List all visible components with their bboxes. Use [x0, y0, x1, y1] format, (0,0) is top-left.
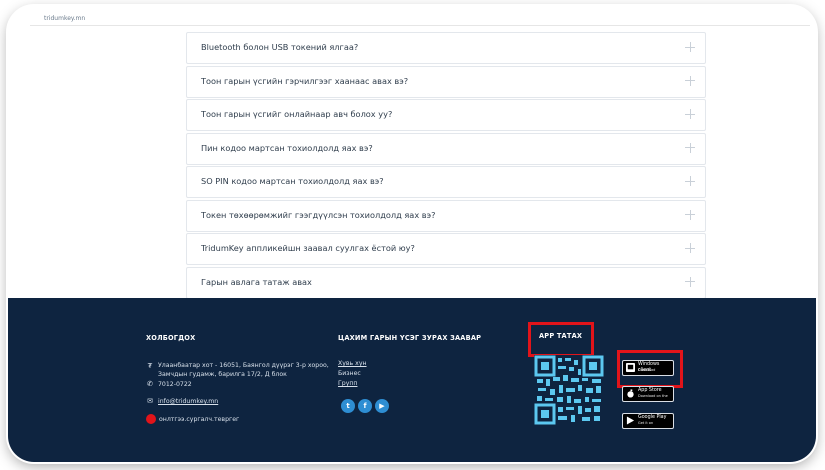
facebook-icon[interactable]: f: [358, 399, 372, 413]
faq-item[interactable]: Токен төхөөрөмжийг гээгдүүлсэн тохиолдол…: [186, 199, 706, 232]
faq-question: Тоон гарын үсгийн гэрчилгээг хаанаас ава…: [201, 75, 409, 86]
google-play-icon: [626, 416, 635, 425]
faq-question: SO PIN кодоо мартсан тохиолдолд яах вэ?: [201, 176, 384, 186]
plus-icon[interactable]: [684, 242, 696, 254]
faq-question: Пин кодоо мартсан тохиолдолд яах вэ?: [201, 142, 373, 153]
google-icon[interactable]: [146, 414, 156, 424]
faq-question: Bluetooth болон USB токений ялгаа?: [201, 42, 359, 52]
guide-link-group[interactable]: Групп: [338, 379, 357, 388]
app-store-sub: Download on the: [638, 394, 668, 398]
mail-icon: ✉: [147, 397, 153, 405]
address-text: tridumkey.mn: [44, 15, 86, 22]
screenshot-frame: tridumkey.mn Bluetooth болон USB токений…: [0, 0, 825, 470]
site-footer: ХОЛБОГДОХ ₮ Улаанбаатар хот - 16051, Бая…: [8, 298, 816, 462]
google-play-button[interactable]: Google Play Get it on: [622, 413, 674, 429]
twitter-icon[interactable]: t: [341, 399, 355, 413]
contact-phone: 7012-0722: [158, 381, 192, 388]
guide-title: ЦАХИМ ГАРЫН ҮСЭГ ЗУРАХ ЗААВАР: [338, 334, 482, 342]
faq-question: TridumKey аппликейшн заавал суулгах ёсто…: [201, 243, 415, 253]
contact-google: онлтгээ.сургалч.тевргег: [159, 416, 240, 423]
youtube-icon[interactable]: ▶: [375, 399, 389, 413]
faq-item[interactable]: SO PIN кодоо мартсан тохиолдолд яах вэ?: [186, 166, 706, 198]
qr-code-icon: [534, 355, 604, 425]
plus-icon[interactable]: [684, 41, 696, 53]
plus-icon[interactable]: [684, 209, 696, 221]
address-bar[interactable]: tridumkey.mn: [30, 15, 810, 26]
apple-icon: [627, 389, 634, 398]
faq-item[interactable]: TridumKey аппликейшн заавал суулгах ёсто…: [186, 233, 706, 265]
plus-icon[interactable]: [684, 276, 696, 288]
faq-list: Bluetooth болон USB токений ялгаа? Тоон …: [186, 32, 706, 300]
faq-item[interactable]: Тоон гарын үсгийн гэрчилгээг хаанаас ава…: [186, 65, 706, 98]
highlight-apps-title: [528, 322, 594, 357]
browser-card: tridumkey.mn Bluetooth болон USB токений…: [8, 6, 816, 462]
email-link[interactable]: info@tridumkey.mn: [158, 398, 218, 405]
plus-icon[interactable]: [684, 75, 696, 87]
app-store-button[interactable]: App Store Download on the: [622, 386, 674, 402]
plus-icon[interactable]: [684, 175, 696, 187]
google-play-sub: Get it on: [638, 421, 654, 425]
faq-item[interactable]: Гарын авлага татаж авах: [186, 266, 706, 299]
guide-link-business[interactable]: Бизнес: [338, 369, 361, 378]
faq-question: Тоон гарын үсгийг онлайнаар авч болох уу…: [201, 109, 393, 119]
phone-icon: ✆: [147, 380, 153, 388]
faq-item[interactable]: Bluetooth болон USB токений ялгаа?: [186, 32, 706, 64]
plus-icon[interactable]: [684, 142, 696, 154]
contact-address: Улаанбаатар хот - 16051, Баянгол дүүрэг …: [158, 362, 329, 378]
faq-item[interactable]: Тоон гарын үсгийг онлайнаар авч болох уу…: [186, 99, 706, 131]
contact-title: ХОЛБОГДОХ: [146, 334, 196, 342]
plus-icon[interactable]: [684, 108, 696, 120]
map-pin-icon: ₮: [147, 362, 153, 370]
faq-question: Токен төхөөрөмжийг гээгдүүлсэн тохиолдол…: [201, 209, 436, 220]
faq-item[interactable]: Пин кодоо мартсан тохиолдолд яах вэ?: [186, 132, 706, 165]
highlight-windows-client: [617, 350, 683, 388]
contact-email[interactable]: info@tridumkey.mn: [158, 397, 218, 406]
faq-question: Гарын авлага татаж авах: [201, 276, 312, 287]
guide-link-individual[interactable]: Хувь хүн: [338, 359, 367, 368]
